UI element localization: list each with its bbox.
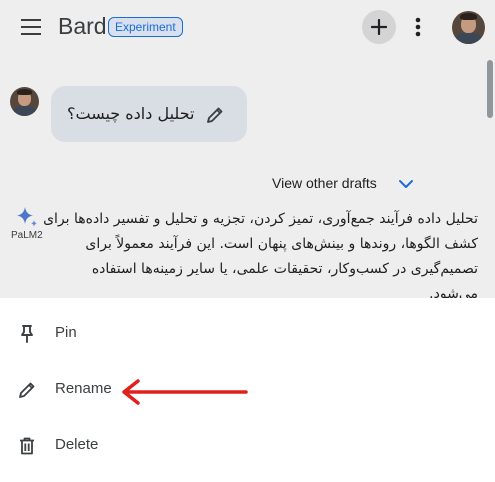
pencil-icon — [19, 382, 35, 398]
menu-item-delete[interactable]: Delete — [0, 418, 495, 474]
menu-item-pin[interactable]: Pin — [0, 306, 495, 362]
annotation-arrow-left — [122, 379, 248, 405]
menu-item-label: Pin — [55, 324, 77, 341]
menu-item-label: Rename — [55, 380, 112, 397]
pin-icon — [21, 325, 33, 343]
menu-item-label: Delete — [55, 436, 99, 453]
trash-icon — [20, 437, 34, 455]
